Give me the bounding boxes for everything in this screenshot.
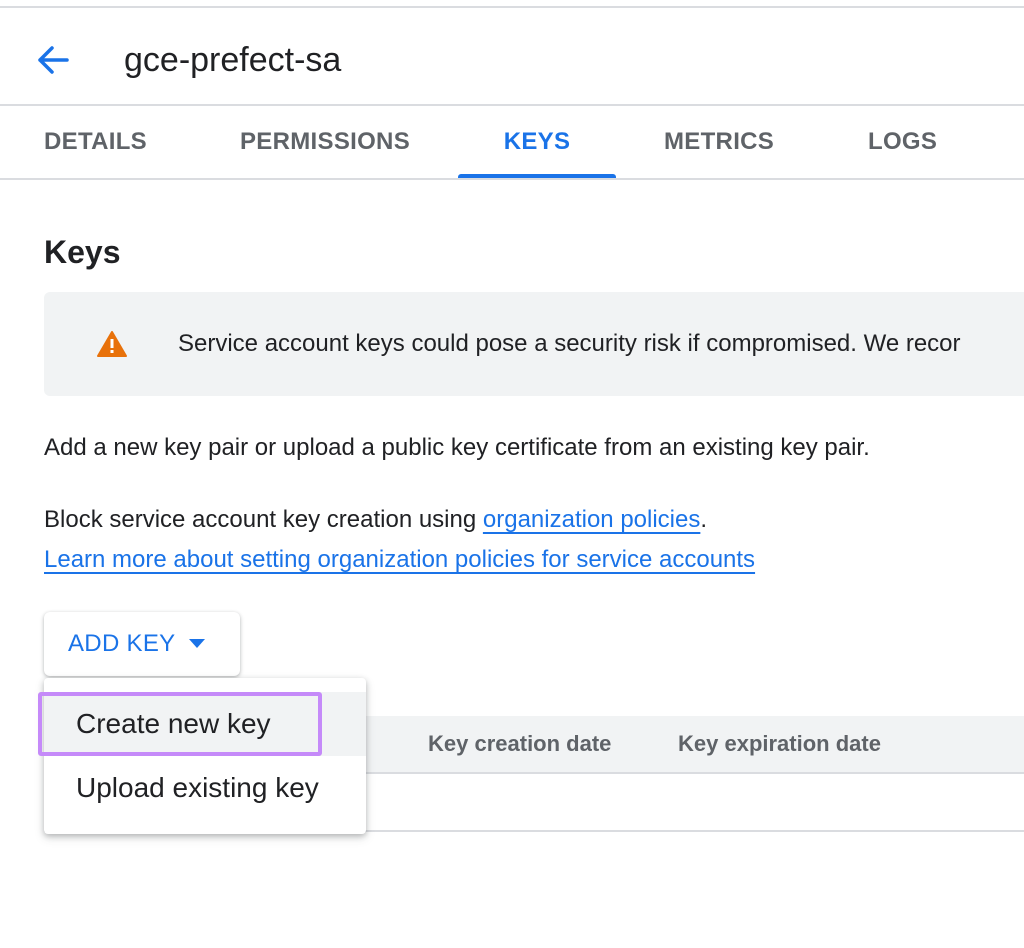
column-key-expiration-date[interactable]: Key expiration date [678, 728, 881, 760]
menu-item-create-new-key[interactable]: Create new key [44, 692, 366, 756]
learn-more-link[interactable]: Learn more about setting organization po… [44, 546, 755, 573]
tab-permissions[interactable]: PERMISSIONS [240, 106, 410, 178]
add-key-menu: Create new key Upload existing key [44, 678, 366, 834]
policy-text: Block service account key creation using… [44, 504, 707, 536]
arrow-back-icon [38, 46, 69, 74]
policy-text-suffix: . [700, 506, 708, 533]
tab-logs[interactable]: LOGS [868, 106, 937, 178]
tab-metrics[interactable]: METRICS [664, 106, 774, 178]
back-button[interactable] [28, 36, 76, 84]
menu-item-upload-existing-key[interactable]: Upload existing key [44, 756, 366, 820]
learn-more-line: Learn more about setting organization po… [44, 544, 755, 576]
warning-icon [97, 331, 127, 357]
add-key-button[interactable]: ADD KEY [44, 612, 240, 676]
menu-item-label: Create new key [76, 708, 271, 739]
page-header: gce-prefect-sa [0, 8, 1024, 106]
tab-keys[interactable]: KEYS [458, 106, 616, 178]
warning-text: Service account keys could pose a securi… [178, 330, 961, 357]
column-key-creation-date[interactable]: Key creation date [428, 728, 611, 760]
tab-bar: DETAILS PERMISSIONS KEYS METRICS LOGS [0, 106, 1024, 180]
policy-text-prefix: Block service account key creation using [44, 506, 483, 533]
caret-down-icon [189, 639, 205, 648]
section-title: Keys [44, 234, 121, 270]
tab-details[interactable]: DETAILS [44, 106, 147, 178]
warning-banner: Service account keys could pose a securi… [44, 292, 1024, 396]
active-tab-indicator [458, 174, 616, 178]
menu-item-label: Upload existing key [76, 772, 319, 803]
organization-policies-link[interactable]: organization policies [483, 506, 700, 533]
description-text: Add a new key pair or upload a public ke… [44, 434, 870, 461]
add-key-label: ADD KEY [68, 630, 176, 657]
page-title: gce-prefect-sa [124, 41, 342, 79]
